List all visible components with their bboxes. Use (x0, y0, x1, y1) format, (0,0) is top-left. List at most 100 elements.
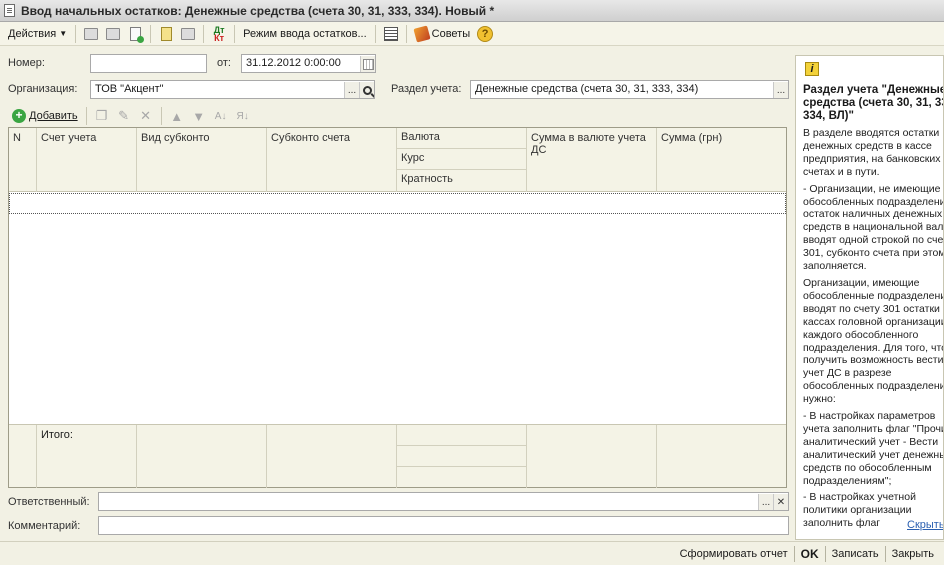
tips-paragraph: Организации, имеющие обособленные подраз… (803, 276, 944, 406)
based-on-icon (160, 26, 172, 41)
move-up-icon[interactable]: ▲ (166, 107, 188, 125)
post-icon (84, 27, 99, 40)
window-titlebar: Ввод начальных остатков: Денежные средст… (0, 0, 944, 22)
date-value: 31.12.2012 0:00:00 (246, 57, 341, 69)
organization-label: Организация: (8, 83, 78, 95)
copy-row-icon[interactable]: ❐ (91, 107, 113, 125)
ok-button[interactable]: OK (795, 547, 825, 561)
number-field[interactable] (90, 54, 207, 73)
unpost-button[interactable] (102, 24, 124, 44)
column-account[interactable]: Счет учета (37, 128, 137, 192)
footer-cell (267, 425, 397, 488)
table-row[interactable] (9, 193, 786, 214)
column-subconto-account[interactable]: Субконто счета (267, 128, 397, 192)
help-button[interactable]: ? (474, 24, 496, 44)
column-subconto-kind[interactable]: Вид субконто (137, 128, 267, 192)
tips-icon (413, 24, 431, 43)
toolbar-separator (160, 107, 162, 125)
toolbar-separator (405, 24, 407, 43)
add-icon: + (12, 109, 26, 123)
toolbar-separator (374, 24, 376, 43)
organization-select-button[interactable]: ... (344, 82, 359, 98)
unpost-icon (106, 27, 121, 40)
based-on-button[interactable] (155, 24, 177, 44)
generate-report-button[interactable]: Сформировать отчет (674, 548, 794, 560)
copy-document-icon (129, 26, 144, 43)
input-mode-button[interactable]: Режим ввода остатков... (239, 28, 371, 40)
list-view-button[interactable] (380, 24, 402, 44)
organization-open-button[interactable] (359, 82, 374, 98)
tips-panel: i Раздел учета "Денежные средства (счета… (795, 55, 944, 540)
column-rate[interactable]: Курс (397, 149, 526, 170)
comment-field[interactable] (98, 516, 789, 535)
actions-menu[interactable]: Действия ▼ (4, 24, 71, 44)
document-form: Номер: от: 31.12.2012 0:00:00 Организаци… (0, 46, 792, 540)
responsible-clear-button[interactable]: ✕ (773, 494, 788, 510)
add-row-label: Добавить (29, 110, 78, 122)
section-field[interactable]: Денежные средства (счета 30, 31, 333, 33… (470, 80, 789, 99)
dt-kt-icon: Дт Кт (213, 24, 225, 43)
close-icon: ✕ (776, 497, 786, 508)
toolbar-separator (234, 24, 236, 43)
dt-kt-button[interactable]: Дт Кт (208, 24, 230, 44)
copy-document-button[interactable] (124, 24, 146, 44)
window-title: Ввод начальных остатков: Денежные средст… (21, 3, 495, 18)
footer-cell (527, 425, 657, 488)
balances-table[interactable]: N Счет учета Вид субконто Субконто счета… (8, 127, 787, 488)
close-button[interactable]: Закрыть (886, 548, 940, 560)
section-select-button[interactable]: ... (773, 82, 788, 98)
column-currency[interactable]: Валюта (397, 128, 526, 149)
save-button[interactable]: Записать (826, 548, 885, 560)
tips-title: Раздел учета "Денежные средства (счета 3… (803, 84, 944, 122)
add-row-button[interactable]: + Добавить (8, 109, 82, 123)
date-label: от: (217, 57, 231, 69)
toolbar-separator (85, 107, 87, 125)
comment-label: Комментарий: (8, 520, 81, 532)
actions-menu-label: Действия (8, 27, 57, 40)
column-n[interactable]: N (9, 128, 37, 192)
bottom-command-bar: Сформировать отчет OK Записать Закрыть (0, 541, 944, 565)
section-label: Раздел учета: (391, 83, 462, 95)
responsible-label: Ответственный: (8, 496, 90, 508)
section-value: Денежные средства (счета 30, 31, 333, 33… (475, 83, 699, 95)
delete-row-icon[interactable]: ✕ (135, 107, 157, 125)
tips-body: В разделе вводятся остатки денежных сред… (803, 127, 944, 534)
info-icon: i (805, 62, 819, 76)
toolbar-separator (75, 24, 77, 43)
footer-cell (397, 425, 527, 488)
post-button[interactable] (80, 24, 102, 44)
date-field[interactable]: 31.12.2012 0:00:00 (241, 54, 376, 73)
hide-tips-link[interactable]: Скрыть (907, 519, 943, 531)
sort-asc-icon[interactable]: A↓ (210, 107, 232, 125)
toolbar-separator (203, 24, 205, 43)
list-icon (383, 26, 398, 41)
table-footer: Итого: (9, 424, 786, 488)
tips-button[interactable]: Советы (411, 24, 474, 43)
structure-button[interactable] (177, 24, 199, 44)
tips-paragraph: - Организации, не имеющие обособленных п… (803, 182, 944, 273)
column-amount-uah[interactable]: Сумма (грн) (657, 128, 786, 192)
calendar-button[interactable] (360, 56, 375, 72)
search-icon (362, 86, 372, 95)
toolbar-separator (150, 24, 152, 43)
footer-cell (137, 425, 267, 488)
responsible-field[interactable]: ... ✕ (98, 492, 789, 511)
organization-field[interactable]: ТОВ "Акцент" ... (90, 80, 375, 99)
move-down-icon[interactable]: ▼ (188, 107, 210, 125)
tips-paragraph: - В настройках параметров учета заполнит… (803, 410, 944, 487)
tips-paragraph: В разделе вводятся остатки денежных сред… (803, 127, 941, 178)
number-label: Номер: (8, 57, 45, 69)
sort-desc-icon[interactable]: Я↓ (232, 107, 254, 125)
footer-subcell (397, 446, 526, 467)
chevron-down-icon: ▼ (59, 29, 68, 38)
column-amount-currency[interactable]: Сумма в валюте учета ДС (527, 128, 657, 192)
edit-row-icon[interactable]: ✎ (113, 107, 135, 125)
footer-cell (657, 425, 786, 488)
structure-icon (181, 27, 196, 40)
footer-cell (9, 425, 37, 488)
column-multiplicity[interactable]: Кратность (397, 170, 526, 191)
responsible-select-button[interactable]: ... (758, 494, 773, 510)
help-icon: ? (477, 25, 494, 42)
main-toolbar: Действия ▼ Дт Кт Режим ввода остатков... … (0, 22, 944, 46)
document-icon (4, 4, 15, 17)
